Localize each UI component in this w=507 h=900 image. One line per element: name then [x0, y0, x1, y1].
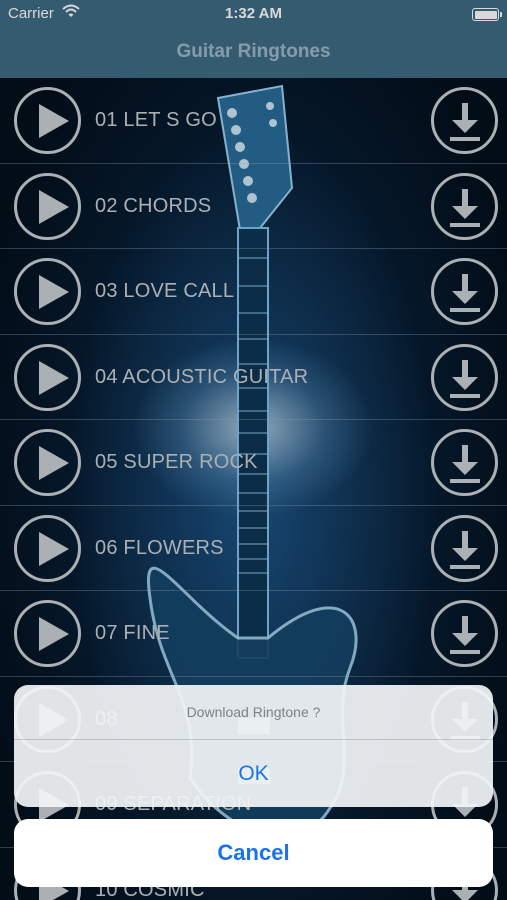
cancel-button[interactable]: Cancel	[14, 819, 493, 887]
ok-button[interactable]: OK	[14, 740, 493, 807]
action-sheet-message: Download Ringtone ?	[14, 685, 493, 740]
action-sheet: Download Ringtone ? OK	[14, 685, 493, 807]
